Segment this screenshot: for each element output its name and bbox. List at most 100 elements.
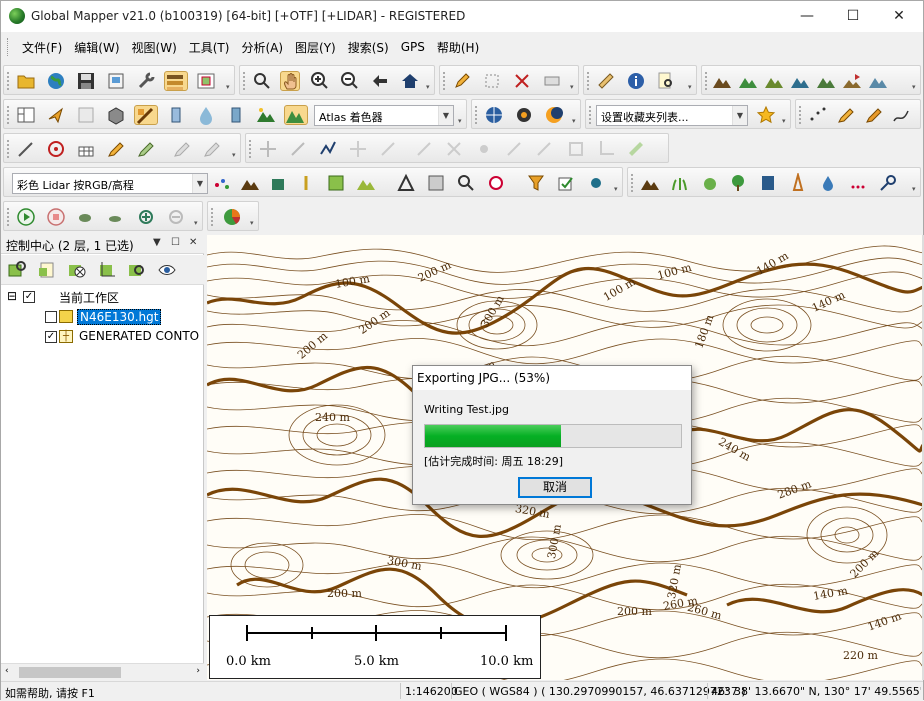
- overview-map-icon[interactable]: [196, 71, 216, 91]
- connect-icon[interactable]: [318, 139, 338, 159]
- play-icon[interactable]: [16, 207, 36, 227]
- rabbit-fast-icon[interactable]: [106, 207, 126, 227]
- curve-pencil-icon[interactable]: [892, 105, 912, 125]
- menu-analysis[interactable]: 分析(A): [235, 39, 289, 56]
- lidar-terrain-icon[interactable]: [240, 173, 260, 193]
- chevron-down-icon[interactable]: ▼: [192, 174, 207, 193]
- delete-x-icon[interactable]: [512, 71, 532, 91]
- lidar-color-select[interactable]: 彩色 Lidar 按RGB/高程 ▼: [12, 173, 208, 194]
- tower-icon[interactable]: [788, 173, 808, 193]
- menu-tools[interactable]: 工具(T): [183, 39, 236, 56]
- water-drop-icon[interactable]: [196, 105, 216, 125]
- layer-metadata-icon[interactable]: [37, 260, 57, 280]
- workspace-checkbox[interactable]: ✓: [23, 291, 35, 303]
- online-globe-icon[interactable]: [484, 105, 504, 125]
- search-doc-icon[interactable]: [656, 71, 676, 91]
- scroll-right-icon[interactable]: ›: [196, 666, 200, 676]
- menu-gps[interactable]: GPS: [395, 40, 431, 54]
- grid-hatch-icon[interactable]: [426, 173, 446, 193]
- restore-icon[interactable]: ☐: [171, 237, 180, 248]
- layout-icon[interactable]: [16, 105, 36, 125]
- chevron-down-icon[interactable]: ▼: [438, 106, 453, 125]
- path-pencil-icon[interactable]: [864, 105, 884, 125]
- lidar-height-icon[interactable]: [226, 105, 246, 125]
- star-icon[interactable]: [756, 105, 776, 125]
- print-icon[interactable]: [106, 71, 126, 91]
- noise-icon[interactable]: [848, 173, 868, 193]
- menu-search[interactable]: 搜索(S): [342, 39, 395, 56]
- layer-row-contours[interactable]: ✓ ┼ GENERATED CONTO: [1, 329, 204, 347]
- terrain-icon[interactable]: [712, 71, 732, 91]
- atlas-shader-icon[interactable]: [284, 105, 308, 125]
- zoom-in-icon[interactable]: [310, 71, 330, 91]
- zoom-out-icon[interactable]: [340, 71, 360, 91]
- home-icon[interactable]: [400, 71, 420, 91]
- chevron-down-icon[interactable]: ▼: [732, 106, 747, 125]
- cancel-button[interactable]: 取消: [518, 477, 592, 498]
- bush-icon[interactable]: [700, 173, 720, 193]
- 3d-fly-icon[interactable]: [46, 105, 66, 125]
- pan-hand-icon[interactable]: [280, 71, 300, 91]
- back-arrow-icon[interactable]: [370, 71, 390, 91]
- wrench-icon[interactable]: [136, 71, 156, 91]
- cross-section-icon[interactable]: [868, 71, 888, 91]
- workspace-root-row[interactable]: ⊟ ✓ 当前工作区: [7, 289, 197, 307]
- edit-area-icon[interactable]: [136, 139, 156, 159]
- building-icon[interactable]: [758, 173, 778, 193]
- contour-gen-icon[interactable]: [764, 71, 784, 91]
- globe-icon[interactable]: [46, 71, 66, 91]
- water-level-icon[interactable]: [166, 105, 186, 125]
- menu-view[interactable]: 视图(W): [126, 39, 183, 56]
- scrollbar-thumb[interactable]: [19, 667, 121, 678]
- horizontal-scrollbar[interactable]: ‹ ›: [1, 663, 204, 680]
- night-moon-icon[interactable]: [544, 105, 564, 125]
- grid-edit-icon[interactable]: [76, 139, 96, 159]
- select-rect-icon[interactable]: [482, 71, 502, 91]
- slope-shader-icon[interactable]: [134, 105, 158, 125]
- triangle-icon[interactable]: [396, 173, 416, 193]
- view-shed-icon[interactable]: [790, 71, 810, 91]
- funnel-icon[interactable]: [526, 173, 546, 193]
- checkbox-edit-icon[interactable]: [556, 173, 576, 193]
- close-icon[interactable]: ✕: [189, 237, 197, 248]
- grid-view-icon[interactable]: [76, 105, 96, 125]
- settings-gear-icon[interactable]: [514, 105, 534, 125]
- ruler-icon[interactable]: [596, 71, 616, 91]
- menu-help[interactable]: 帮助(H): [431, 39, 485, 56]
- lidar-building-icon[interactable]: [268, 173, 288, 193]
- layer-close-icon[interactable]: [67, 260, 87, 280]
- layer-checkbox[interactable]: ✓: [45, 331, 57, 343]
- line-pencil-icon[interactable]: [836, 105, 856, 125]
- terrain-layers-icon[interactable]: [816, 71, 836, 91]
- pin-dropdown-icon[interactable]: ▼: [153, 237, 161, 248]
- eye-icon[interactable]: [157, 260, 177, 280]
- layer-properties-icon[interactable]: [7, 260, 27, 280]
- water-icon[interactable]: [818, 173, 838, 193]
- 3d-view-icon[interactable]: [106, 105, 126, 125]
- layer-search-icon[interactable]: [127, 260, 147, 280]
- points-icon[interactable]: [808, 105, 828, 125]
- lidar-bug-icon[interactable]: [586, 173, 606, 193]
- save-icon[interactable]: [76, 71, 96, 91]
- favorites-select[interactable]: 设置收藏夹列表... ▼: [596, 105, 748, 126]
- lidar-search-icon[interactable]: [456, 173, 476, 193]
- scroll-left-icon[interactable]: ‹: [5, 666, 9, 676]
- ground-icon[interactable]: [640, 173, 660, 193]
- info-icon[interactable]: [626, 71, 646, 91]
- pie-chart-icon[interactable]: [222, 207, 242, 227]
- turtle-slow-icon[interactable]: [76, 207, 96, 227]
- open-folder-icon[interactable]: [16, 71, 36, 91]
- add-waypoint-icon[interactable]: [136, 207, 156, 227]
- maximize-button[interactable]: ☐: [830, 1, 876, 31]
- stop-icon[interactable]: [46, 207, 66, 227]
- grass-icon[interactable]: [670, 173, 690, 193]
- pencil-icon[interactable]: [452, 71, 472, 91]
- layer-crop-icon[interactable]: [97, 260, 117, 280]
- flag-terrain-icon[interactable]: [842, 71, 862, 91]
- measure-icon[interactable]: [542, 71, 562, 91]
- lidar-points-icon[interactable]: [212, 173, 232, 193]
- layer-row-hgt[interactable]: N46E130.hgt: [1, 309, 204, 327]
- collapse-icon[interactable]: ⊟: [7, 289, 17, 303]
- lidar-height-pin-icon[interactable]: [296, 173, 316, 193]
- menu-layer[interactable]: 图层(Y): [289, 39, 342, 56]
